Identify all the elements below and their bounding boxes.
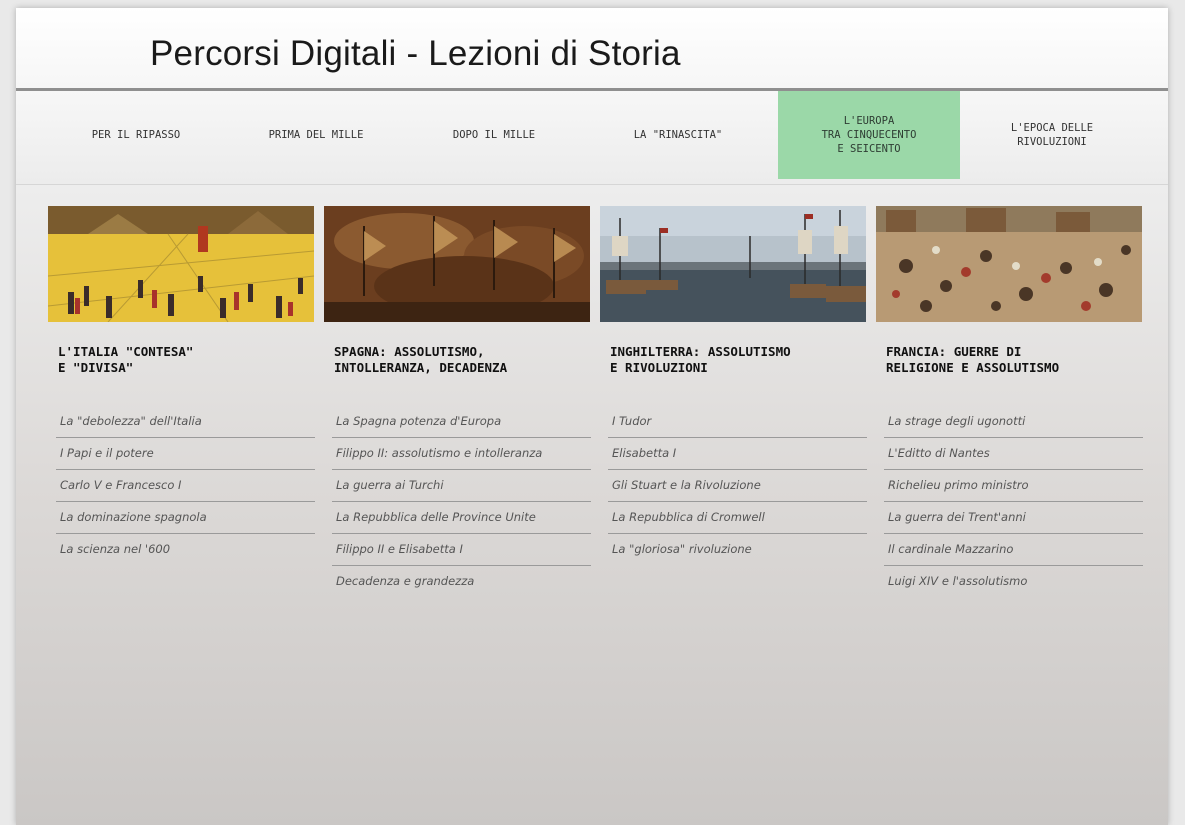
lesson-link[interactable]: Il cardinale Mazzarino xyxy=(884,534,1143,566)
link-list: La strage degli ugonotti L'Editto di Nan… xyxy=(876,406,1143,597)
lesson-link[interactable]: Elisabetta I xyxy=(608,438,867,470)
lesson-link[interactable]: La guerra dei Trent'anni xyxy=(884,502,1143,534)
lesson-link[interactable]: I Tudor xyxy=(608,406,867,438)
lesson-link[interactable]: La scienza nel '600 xyxy=(56,534,315,565)
section-title: L'ITALIA "CONTESA" E "DIVISA" xyxy=(58,344,194,375)
lesson-link[interactable]: La Spagna potenza d'Europa xyxy=(332,406,591,438)
lesson-link[interactable]: I Papi e il potere xyxy=(56,438,315,470)
thumbnail-image-piazza[interactable] xyxy=(48,206,314,322)
nav-item-europa-cinque-seicento[interactable]: L'EUROPA TRA CINQUECENTO E SEICENTO xyxy=(778,91,960,179)
page: Percorsi Digitali - Lezioni di Storia PE… xyxy=(16,8,1168,825)
thumbnail-image-harbor-ships[interactable] xyxy=(600,206,866,322)
lesson-link[interactable]: Carlo V e Francesco I xyxy=(56,470,315,502)
lesson-link[interactable]: Filippo II e Elisabetta I xyxy=(332,534,591,566)
section-spagna: SPAGNA: ASSOLUTISMO, INTOLLERANZA, DECAD… xyxy=(324,206,591,597)
lesson-link[interactable]: La Repubblica di Cromwell xyxy=(608,502,867,534)
lesson-link[interactable]: Luigi XIV e l'assolutismo xyxy=(884,566,1143,597)
section-title: FRANCIA: GUERRE DI RELIGIONE E ASSOLUTIS… xyxy=(886,344,1060,375)
lesson-link[interactable]: La "gloriosa" rivoluzione xyxy=(608,534,867,565)
section-francia: FRANCIA: GUERRE DI RELIGIONE E ASSOLUTIS… xyxy=(876,206,1143,597)
nav-item-epoca-rivoluzioni[interactable]: L'EPOCA DELLE RIVOLUZIONI xyxy=(962,91,1142,179)
section-title: SPAGNA: ASSOLUTISMO, INTOLLERANZA, DECAD… xyxy=(334,344,508,375)
nav-item-rinascita[interactable]: LA "RINASCITA" xyxy=(584,91,772,179)
lesson-link[interactable]: L'Editto di Nantes xyxy=(884,438,1143,470)
section-inghilterra: INGHILTERRA: ASSOLUTISMO E RIVOLUZIONI I… xyxy=(600,206,867,565)
link-list: I Tudor Elisabetta I Gli Stuart e la Riv… xyxy=(600,406,867,565)
thumbnail-image-naval-battle[interactable] xyxy=(324,206,590,322)
lesson-link[interactable]: Filippo II: assolutismo e intolleranza xyxy=(332,438,591,470)
lesson-link[interactable]: La strage degli ugonotti xyxy=(884,406,1143,438)
page-title: Percorsi Digitali - Lezioni di Storia xyxy=(150,34,681,73)
lesson-link[interactable]: La guerra ai Turchi xyxy=(332,470,591,502)
lesson-link[interactable]: Decadenza e grandezza xyxy=(332,566,591,597)
lesson-link[interactable]: La "debolezza" dell'Italia xyxy=(56,406,315,438)
lesson-link[interactable]: La dominazione spagnola xyxy=(56,502,315,534)
lesson-link[interactable]: Gli Stuart e la Rivoluzione xyxy=(608,470,867,502)
site-header: Percorsi Digitali - Lezioni di Storia xyxy=(16,8,1168,91)
thumbnail-image-massacre[interactable] xyxy=(876,206,1142,322)
section-italia: L'ITALIA "CONTESA" E "DIVISA" La "debole… xyxy=(48,206,315,565)
section-title: INGHILTERRA: ASSOLUTISMO E RIVOLUZIONI xyxy=(610,344,791,375)
main-nav: PER IL RIPASSO PRIMA DEL MILLE DOPO IL M… xyxy=(16,91,1168,185)
link-list: La "debolezza" dell'Italia I Papi e il p… xyxy=(48,406,315,565)
screen-frame: Percorsi Digitali - Lezioni di Storia PE… xyxy=(0,0,1185,825)
lesson-link[interactable]: Richelieu primo ministro xyxy=(884,470,1143,502)
nav-item-dopo-il-mille[interactable]: DOPO IL MILLE xyxy=(406,91,582,179)
lesson-link[interactable]: La Repubblica delle Province Unite xyxy=(332,502,591,534)
link-list: La Spagna potenza d'Europa Filippo II: a… xyxy=(324,406,591,597)
nav-item-prima-del-mille[interactable]: PRIMA DEL MILLE xyxy=(228,91,404,179)
nav-item-ripasso[interactable]: PER IL RIPASSO xyxy=(46,91,226,179)
